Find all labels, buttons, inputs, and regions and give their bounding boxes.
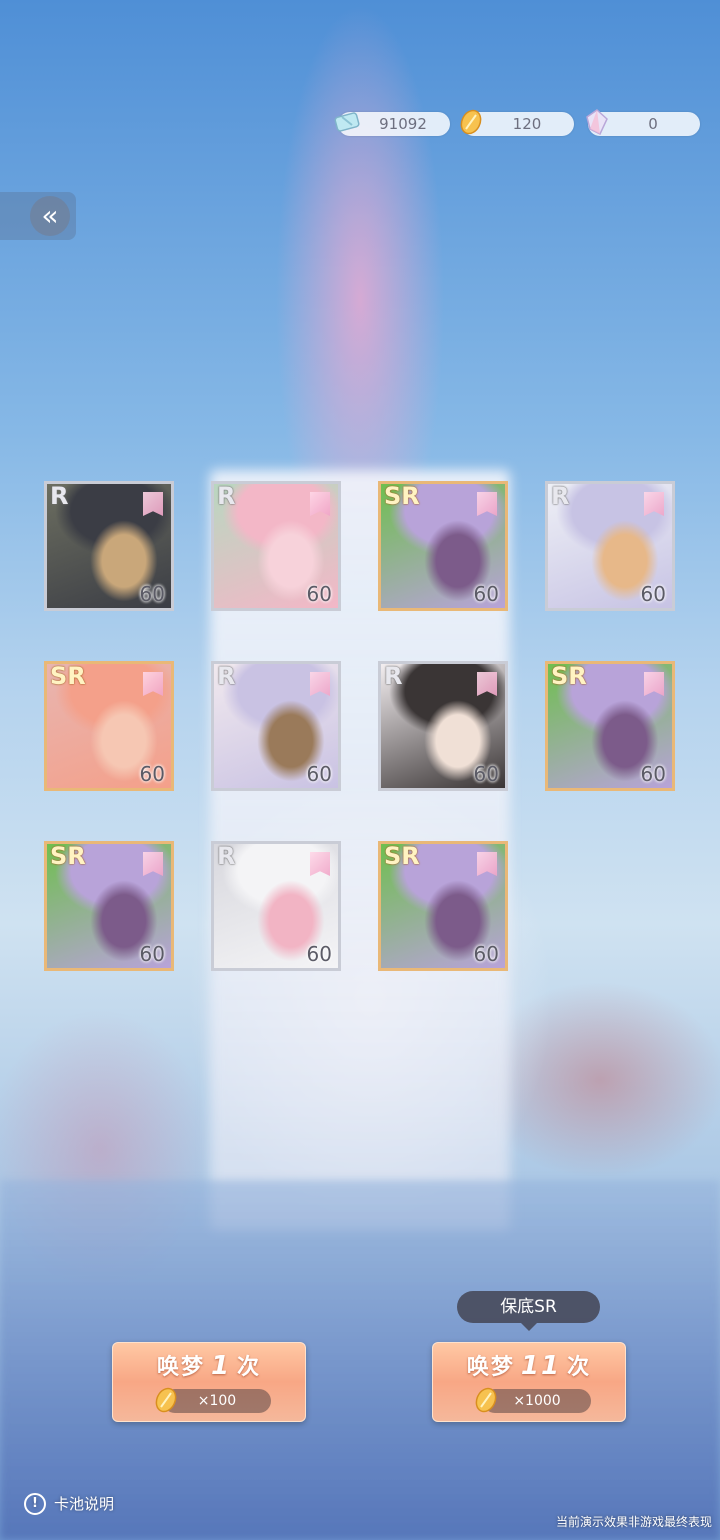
summon-eleven-prefix: 唤梦 bbox=[466, 1355, 515, 1380]
card-level: 60 bbox=[139, 582, 165, 606]
character-card[interactable]: SR 60 bbox=[545, 661, 675, 791]
card-rarity: R bbox=[551, 482, 570, 510]
dream-shard-counter: 120 bbox=[460, 109, 574, 136]
dream-shard-count: 120 bbox=[512, 115, 542, 133]
card-rarity: R bbox=[217, 842, 236, 870]
back-button[interactable]: « bbox=[0, 192, 76, 240]
card-rarity: SR bbox=[50, 662, 86, 690]
summon-eleven-count: 11 bbox=[520, 1351, 562, 1381]
character-card[interactable]: R 60 bbox=[211, 661, 341, 791]
double-chevron-left-icon: « bbox=[30, 196, 70, 236]
card-level: 60 bbox=[473, 762, 499, 786]
card-level: 60 bbox=[473, 942, 499, 966]
character-card[interactable]: R 60 bbox=[545, 481, 675, 611]
character-card[interactable]: SR 60 bbox=[44, 841, 174, 971]
summon-once-prefix: 唤梦 bbox=[156, 1355, 205, 1380]
card-level: 60 bbox=[306, 582, 332, 606]
character-card[interactable]: R 60 bbox=[378, 661, 508, 791]
card-level: 60 bbox=[139, 942, 165, 966]
guarantee-sr-tooltip: 保底SR bbox=[457, 1291, 600, 1331]
character-card[interactable]: SR 60 bbox=[44, 661, 174, 791]
summon-once-count: 1 bbox=[210, 1351, 232, 1381]
summon-once-label: 唤梦 1 次 bbox=[113, 1349, 305, 1381]
card-rarity: SR bbox=[384, 842, 420, 870]
summon-eleven-suffix: 次 bbox=[567, 1355, 592, 1380]
card-rarity: SR bbox=[384, 482, 420, 510]
card-rarity: SR bbox=[551, 662, 587, 690]
card-rarity: R bbox=[384, 662, 403, 690]
demo-disclaimer: 当前演示效果非游戏最终表现 bbox=[555, 1515, 712, 1529]
pool-info-button[interactable]: ! 卡池说明 bbox=[24, 1492, 114, 1516]
character-card[interactable]: R 60 bbox=[211, 841, 341, 971]
character-card[interactable]: R 60 bbox=[211, 481, 341, 611]
summon-once-button[interactable]: 唤梦 1 次 ×100 bbox=[112, 1342, 306, 1422]
golden-feather-icon bbox=[475, 1387, 497, 1413]
crystal-icon bbox=[586, 109, 608, 136]
card-rarity: SR bbox=[50, 842, 86, 870]
card-rarity: R bbox=[217, 482, 236, 510]
crystal-count: 0 bbox=[648, 115, 658, 133]
character-card[interactable]: SR 60 bbox=[378, 841, 508, 971]
card-level: 60 bbox=[473, 582, 499, 606]
card-level: 60 bbox=[139, 762, 165, 786]
card-rarity: R bbox=[50, 482, 69, 510]
pool-info-label: 卡池说明 bbox=[54, 1495, 115, 1513]
golden-feather-icon bbox=[155, 1387, 177, 1413]
summon-once-suffix: 次 bbox=[237, 1355, 262, 1380]
card-level: 60 bbox=[640, 582, 666, 606]
info-icon: ! bbox=[24, 1493, 46, 1515]
character-card[interactable]: R 60 bbox=[44, 481, 174, 611]
card-level: 60 bbox=[640, 762, 666, 786]
golden-feather-icon bbox=[460, 109, 482, 135]
crystal-counter: 0 bbox=[586, 109, 700, 136]
summon-eleven-button[interactable]: 唤梦 11 次 ×1000 bbox=[432, 1342, 626, 1422]
ticket-counter: 91092 bbox=[334, 112, 450, 136]
ticket-count: 91092 bbox=[379, 115, 427, 133]
card-level: 60 bbox=[306, 942, 332, 966]
character-card[interactable]: SR 60 bbox=[378, 481, 508, 611]
ticket-icon bbox=[334, 112, 360, 132]
summon-eleven-label: 唤梦 11 次 bbox=[433, 1349, 625, 1381]
card-rarity: R bbox=[217, 662, 236, 690]
card-level: 60 bbox=[306, 762, 332, 786]
